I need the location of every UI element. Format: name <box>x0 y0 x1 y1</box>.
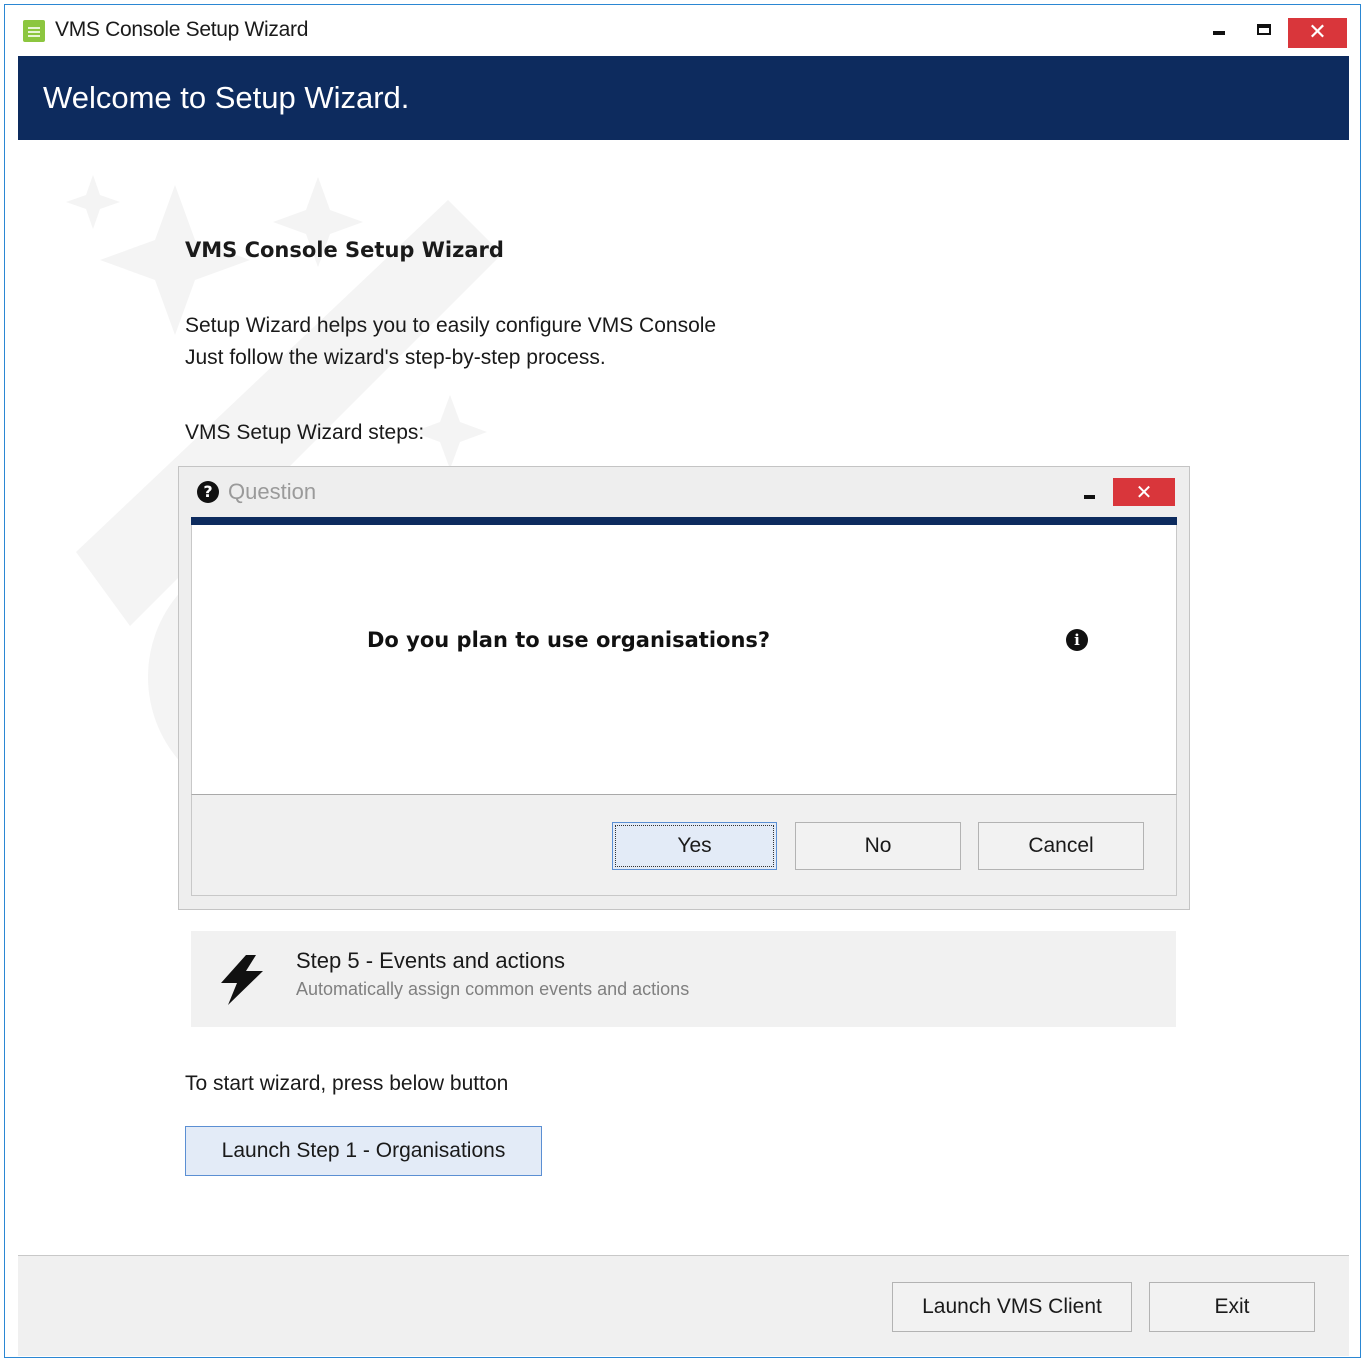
question-dialog: ? Question ✕ Do you plan to use organisa… <box>178 466 1190 910</box>
wizard-footer: Launch VMS Client Exit <box>18 1255 1349 1356</box>
title-bar[interactable]: VMS Console Setup Wizard ✕ <box>5 5 1360 55</box>
start-label: To start wizard, press below button <box>185 1072 509 1095</box>
exit-button[interactable]: Exit <box>1149 1282 1315 1332</box>
dialog-minimize-icon[interactable] <box>1084 495 1095 499</box>
maximize-icon[interactable] <box>1257 24 1271 35</box>
intro-description-line2: Just follow the wizard's step-by-step pr… <box>185 346 606 369</box>
step-description: Automatically assign common events and a… <box>296 979 690 999</box>
launch-step1-button[interactable]: Launch Step 1 - Organisations <box>185 1126 542 1176</box>
yes-button[interactable]: Yes <box>612 822 777 870</box>
steps-label: VMS Setup Wizard steps: <box>185 421 425 444</box>
question-text: Do you plan to use organisations? <box>367 628 771 652</box>
question-icon: ? <box>197 481 219 503</box>
wizard-content: VMS Console Setup Wizard Setup Wizard he… <box>18 140 1349 1255</box>
dialog-title: Question <box>228 479 317 504</box>
lightning-icon <box>221 955 263 1005</box>
app-icon <box>23 20 45 42</box>
step-title: Step 5 - Events and actions <box>296 948 566 973</box>
info-icon[interactable]: i <box>1066 629 1088 651</box>
dialog-body: Do you plan to use organisations? i <box>191 525 1177 795</box>
wizard-header: Welcome to Setup Wizard. <box>18 56 1349 140</box>
header-title: Welcome to Setup Wizard. <box>43 80 410 115</box>
dialog-accent-bar <box>191 517 1177 525</box>
launch-vms-client-button[interactable]: Launch VMS Client <box>892 1282 1132 1332</box>
minimize-icon[interactable] <box>1213 31 1225 35</box>
step-item-events-actions[interactable]: Step 5 - Events and actions Automaticall… <box>191 931 1176 1027</box>
cancel-button[interactable]: Cancel <box>978 822 1144 870</box>
intro-description-line1: Setup Wizard helps you to easily configu… <box>185 314 717 337</box>
dialog-button-bar: Yes No Cancel <box>191 795 1177 896</box>
main-window: VMS Console Setup Wizard ✕ Welcome to Se… <box>4 4 1361 1358</box>
close-window-button[interactable]: ✕ <box>1288 18 1347 48</box>
intro-title: VMS Console Setup Wizard <box>185 238 504 262</box>
window-title: VMS Console Setup Wizard <box>55 18 309 41</box>
dialog-close-button[interactable]: ✕ <box>1113 478 1175 506</box>
no-button[interactable]: No <box>795 822 961 870</box>
